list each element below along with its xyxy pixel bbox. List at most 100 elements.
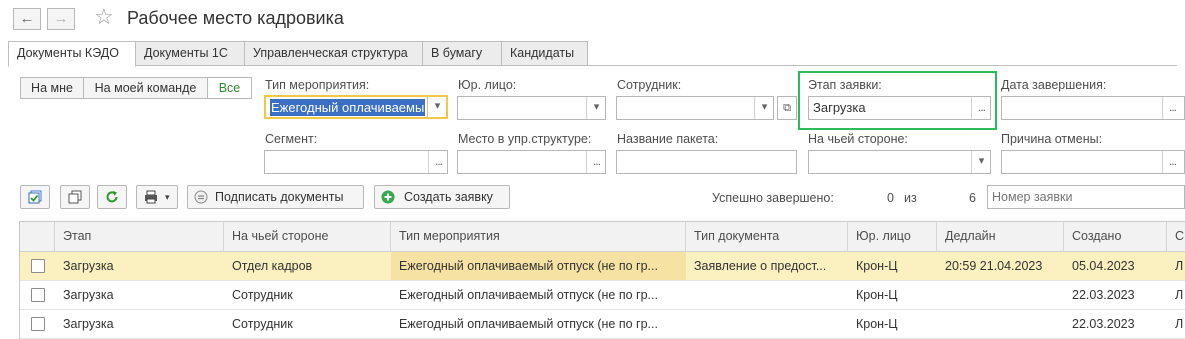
cell-stage: Загрузка xyxy=(63,317,114,331)
cell-legal-entity: Крон-Ц xyxy=(856,288,898,302)
cell-stage: Загрузка xyxy=(63,259,114,273)
cell-doc-type xyxy=(686,281,848,309)
column-header-checkbox xyxy=(20,222,55,252)
cell-legal-entity: Крон-Ц xyxy=(856,259,898,273)
row-checkbox[interactable] xyxy=(31,288,45,302)
cell-created: 22.03.2023 xyxy=(1072,288,1135,302)
cell-event-type: Ежегодный оплачиваемый отпуск (не по гр.… xyxy=(399,288,658,302)
event-type-value: Ежегодный оплачиваемы xyxy=(270,99,426,116)
cell-doc-type xyxy=(686,310,848,338)
total-count: 6 xyxy=(969,191,976,205)
column-header-extra[interactable]: С xyxy=(1167,222,1185,252)
filter-all-button[interactable]: Все xyxy=(207,77,252,99)
success-count: 0 xyxy=(887,191,894,205)
requests-table: Этап На чьей стороне Тип мероприятия Тип… xyxy=(19,221,1185,339)
cell-side: Отдел кадров xyxy=(232,259,313,273)
cell-deadline xyxy=(937,310,1064,338)
select-all-button[interactable] xyxy=(20,185,50,209)
cell-side: Сотрудник xyxy=(232,288,293,302)
more-icon[interactable]: ... xyxy=(586,151,605,173)
cell-extra: Л xyxy=(1175,317,1184,331)
checklist-icon xyxy=(28,190,42,204)
cell-legal-entity: Крон-Ц xyxy=(856,317,898,331)
open-employee-button[interactable]: ⧉ xyxy=(777,96,797,120)
table-row[interactable]: Загрузка Отдел кадров Ежегодный оплачива… xyxy=(20,252,1185,281)
column-header-deadline[interactable]: Дедлайн xyxy=(937,222,1064,252)
cell-deadline xyxy=(937,281,1064,309)
cell-extra: Л xyxy=(1175,259,1184,273)
row-checkbox[interactable] xyxy=(31,259,45,273)
table-row[interactable]: Загрузка Сотрудник Ежегодный оплачиваемы… xyxy=(20,281,1185,310)
chevron-down-icon: ▾ xyxy=(165,192,170,202)
of-label: из xyxy=(904,191,917,205)
chevron-down-icon[interactable]: ▾ xyxy=(754,97,773,119)
segment-label: Сегмент: xyxy=(265,132,318,146)
cell-deadline: 20:59 21.04.2023 xyxy=(945,259,1043,273)
column-header-doc-type[interactable]: Тип документа xyxy=(686,222,848,252)
segment-field[interactable]: ... xyxy=(264,150,448,174)
event-type-label: Тип мероприятия: xyxy=(265,78,370,92)
cancel-reason-field[interactable]: ... xyxy=(1001,150,1185,174)
tab-candidates[interactable]: Кандидаты xyxy=(501,41,588,66)
column-header-stage[interactable]: Этап xyxy=(55,222,224,252)
more-icon[interactable]: ... xyxy=(1162,97,1182,119)
column-header-created[interactable]: Создано xyxy=(1064,222,1167,252)
whose-side-label: На чьей стороне: xyxy=(808,132,908,146)
column-header-event-type[interactable]: Тип мероприятия xyxy=(391,222,686,252)
request-stage-value: Загрузка xyxy=(813,100,866,115)
more-icon[interactable]: ... xyxy=(428,151,447,173)
chevron-down-icon[interactable]: ▾ xyxy=(586,97,605,119)
column-header-side[interactable]: На чьей стороне xyxy=(224,222,391,252)
legal-entity-field[interactable]: ▾ xyxy=(457,96,606,120)
tab-kedo-documents[interactable]: Документы КЭДО xyxy=(8,41,136,67)
more-icon[interactable]: ... xyxy=(1162,151,1182,173)
back-button[interactable]: ← xyxy=(13,8,41,30)
filter-on-me-button[interactable]: На мне xyxy=(20,77,84,99)
cell-created: 22.03.2023 xyxy=(1072,317,1135,331)
completion-date-label: Дата завершения: xyxy=(1001,78,1107,92)
copy-icon xyxy=(68,190,82,204)
chevron-down-icon[interactable]: ▾ xyxy=(971,151,990,173)
request-stage-field[interactable]: Загрузка ... xyxy=(808,96,991,120)
chevron-down-icon[interactable]: ▾ xyxy=(427,97,446,117)
cell-event-type: Ежегодный оплачиваемый отпуск (не по гр.… xyxy=(399,317,658,331)
package-name-field[interactable] xyxy=(616,150,797,174)
tab-management-structure[interactable]: Управленческая структура xyxy=(244,41,423,66)
cell-extra: Л xyxy=(1175,288,1184,302)
more-icon[interactable]: ... xyxy=(971,97,990,119)
row-checkbox[interactable] xyxy=(31,317,45,331)
table-header: Этап На чьей стороне Тип мероприятия Тип… xyxy=(20,222,1185,252)
sign-icon xyxy=(194,190,208,204)
create-request-button[interactable]: Создать заявку xyxy=(374,185,510,209)
sign-documents-label: Подписать документы xyxy=(215,190,344,204)
arrow-right-icon: → xyxy=(53,10,69,27)
refresh-icon xyxy=(106,191,118,203)
employee-label: Сотрудник: xyxy=(617,78,682,92)
sign-documents-button[interactable]: Подписать документы xyxy=(187,185,364,209)
cancel-reason-label: Причина отмены: xyxy=(1001,132,1103,146)
request-stage-label: Этап заявки: xyxy=(808,78,882,92)
tab-1c-documents[interactable]: Документы 1С xyxy=(135,41,245,66)
table-row[interactable]: Загрузка Сотрудник Ежегодный оплачиваемы… xyxy=(20,310,1185,339)
refresh-button[interactable] xyxy=(97,185,127,209)
forward-button[interactable]: → xyxy=(47,8,75,30)
org-place-label: Место в упр.структуре: xyxy=(458,132,592,146)
star-icon[interactable]: ☆ xyxy=(94,4,114,30)
filter-my-team-button[interactable]: На моей команде xyxy=(83,77,208,99)
completion-date-field[interactable]: ... xyxy=(1001,96,1185,120)
success-label: Успешно завершено: xyxy=(712,191,834,205)
package-name-label: Название пакета: xyxy=(617,132,719,146)
page-title: Рабочее место кадровика xyxy=(127,8,344,28)
legal-entity-label: Юр. лицо: xyxy=(458,78,517,92)
employee-field[interactable]: ▾ xyxy=(616,96,774,120)
event-type-field[interactable]: Ежегодный оплачиваемы ▾ xyxy=(264,95,448,119)
column-header-legal-entity[interactable]: Юр. лицо xyxy=(848,222,937,252)
copy-button[interactable] xyxy=(60,185,90,209)
request-number-input[interactable] xyxy=(987,185,1185,209)
print-button[interactable]: ▾ xyxy=(136,185,178,209)
org-place-field[interactable]: ... xyxy=(457,150,606,174)
printer-icon xyxy=(145,190,157,204)
whose-side-field[interactable]: ▾ xyxy=(808,150,991,174)
tab-to-paper[interactable]: В бумагу xyxy=(422,41,502,66)
cell-created: 05.04.2023 xyxy=(1072,259,1135,273)
